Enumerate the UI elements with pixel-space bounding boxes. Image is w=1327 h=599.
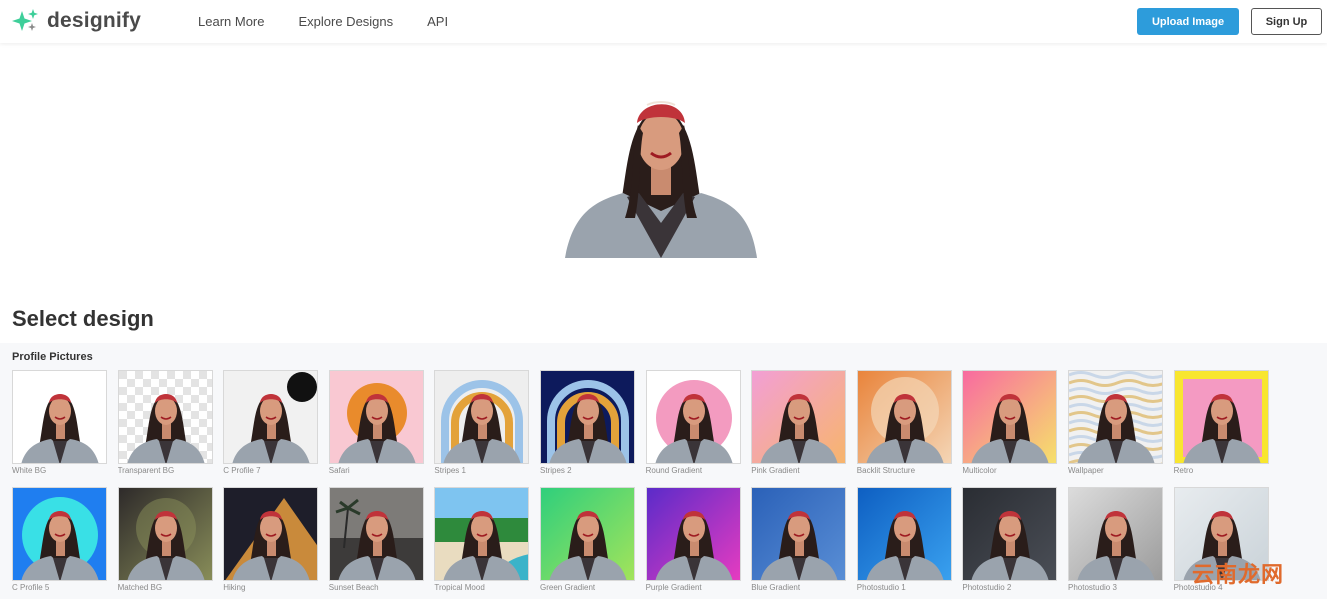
design-thumbnail <box>117 487 213 581</box>
sparkle-icon <box>12 9 38 31</box>
design-thumbnail <box>856 487 952 581</box>
design-tile[interactable]: Green Gradient <box>540 487 635 592</box>
person-cutout-image <box>565 101 757 258</box>
design-caption: Photostudio 2 <box>962 583 1012 592</box>
top-nav: designify Learn More Explore Designs API… <box>0 0 1327 43</box>
category-label: Profile Pictures <box>12 351 93 363</box>
design-tile[interactable]: Matched BG <box>117 487 213 592</box>
design-caption: Hiking <box>223 583 246 592</box>
design-caption: Purple Gradient <box>645 583 702 592</box>
design-tile[interactable]: Pink Gradient <box>751 370 847 475</box>
design-tile[interactable]: Backlit Structure <box>856 370 952 475</box>
design-caption: Stripes 1 <box>434 466 466 475</box>
design-caption: White BG <box>12 466 47 475</box>
nav-links: Learn More Explore Designs API <box>198 0 448 43</box>
design-thumbnail <box>856 370 952 464</box>
nav-link-learn-more[interactable]: Learn More <box>198 14 264 29</box>
nav-link-explore-designs[interactable]: Explore Designs <box>298 14 393 29</box>
design-thumbnail <box>223 487 319 581</box>
design-caption: C Profile 7 <box>223 466 261 475</box>
design-thumbnail <box>1068 370 1163 464</box>
design-thumbnail <box>1173 370 1269 464</box>
design-thumbnail <box>751 370 847 464</box>
design-thumbnail <box>540 370 635 464</box>
design-caption: C Profile 5 <box>12 583 50 592</box>
design-thumbnail <box>328 370 424 464</box>
design-caption: Backlit Structure <box>856 466 916 475</box>
design-tile[interactable]: Tropical Mood <box>434 487 530 592</box>
design-tile[interactable]: Stripes 2 <box>540 370 635 475</box>
design-thumbnail <box>962 370 1058 464</box>
design-caption: Round Gradient <box>645 466 703 475</box>
design-tile[interactable]: C Profile 5 <box>12 487 107 592</box>
design-thumbnail <box>12 370 107 464</box>
design-caption: Sunset Beach <box>328 583 379 592</box>
design-caption: Pink Gradient <box>751 466 800 475</box>
preview-image <box>565 93 757 258</box>
design-thumbnail <box>12 487 107 581</box>
design-tile[interactable]: Photostudio 3 <box>1068 487 1163 592</box>
design-tile[interactable]: White BG <box>12 370 107 475</box>
brand-name: designify <box>47 9 141 32</box>
design-tile[interactable]: Safari <box>328 370 424 475</box>
design-tile[interactable]: Retro <box>1173 370 1269 475</box>
upload-image-button[interactable]: Upload Image <box>1137 8 1239 35</box>
design-thumbnail <box>645 370 741 464</box>
design-tile[interactable]: Sunset Beach <box>328 487 424 592</box>
design-caption: Stripes 2 <box>540 466 572 475</box>
design-caption: Tropical Mood <box>434 583 485 592</box>
design-thumbnail <box>540 487 635 581</box>
design-caption: Matched BG <box>117 583 163 592</box>
design-caption: Retro <box>1173 466 1194 475</box>
nav-link-api[interactable]: API <box>427 14 448 29</box>
design-tile[interactable]: Photostudio 2 <box>962 487 1058 592</box>
design-caption: Photostudio 1 <box>856 583 906 592</box>
design-caption: Safari <box>328 466 350 475</box>
design-tile[interactable]: Photostudio 1 <box>856 487 952 592</box>
sign-up-button[interactable]: Sign Up <box>1251 8 1322 35</box>
design-thumbnail <box>434 487 530 581</box>
design-thumbnail <box>645 487 741 581</box>
design-caption: Photostudio 3 <box>1068 583 1117 592</box>
design-thumbnail <box>751 487 847 581</box>
design-caption: Blue Gradient <box>751 583 801 592</box>
design-gallery: Profile Pictures White BG Transparent BG C… <box>0 343 1327 599</box>
design-caption: Multicolor <box>962 466 997 475</box>
design-tile[interactable]: C Profile 7 <box>223 370 319 475</box>
design-tile[interactable]: Transparent BG <box>117 370 213 475</box>
watermark-text: 云南龙网 <box>1192 562 1285 587</box>
design-tile[interactable]: Round Gradient <box>645 370 741 475</box>
design-thumbnail <box>117 370 213 464</box>
design-caption: Transparent BG <box>117 466 175 475</box>
design-thumbnail <box>1068 487 1163 581</box>
design-tile[interactable]: Purple Gradient <box>645 487 741 592</box>
design-tile[interactable]: Blue Gradient <box>751 487 847 592</box>
design-tile[interactable]: Multicolor <box>962 370 1058 475</box>
design-thumbnail <box>223 370 319 464</box>
design-thumbnail <box>328 487 424 581</box>
design-caption: Wallpaper <box>1068 466 1104 475</box>
design-tile[interactable]: Wallpaper <box>1068 370 1163 475</box>
design-caption: Green Gradient <box>540 583 596 592</box>
brand-logo[interactable]: designify <box>12 9 141 33</box>
select-design-heading: Select design <box>12 306 154 331</box>
design-tile[interactable]: Stripes 1 <box>434 370 530 475</box>
design-thumbnail <box>962 487 1058 581</box>
design-thumbnail <box>434 370 530 464</box>
design-tile[interactable]: Hiking <box>223 487 319 592</box>
